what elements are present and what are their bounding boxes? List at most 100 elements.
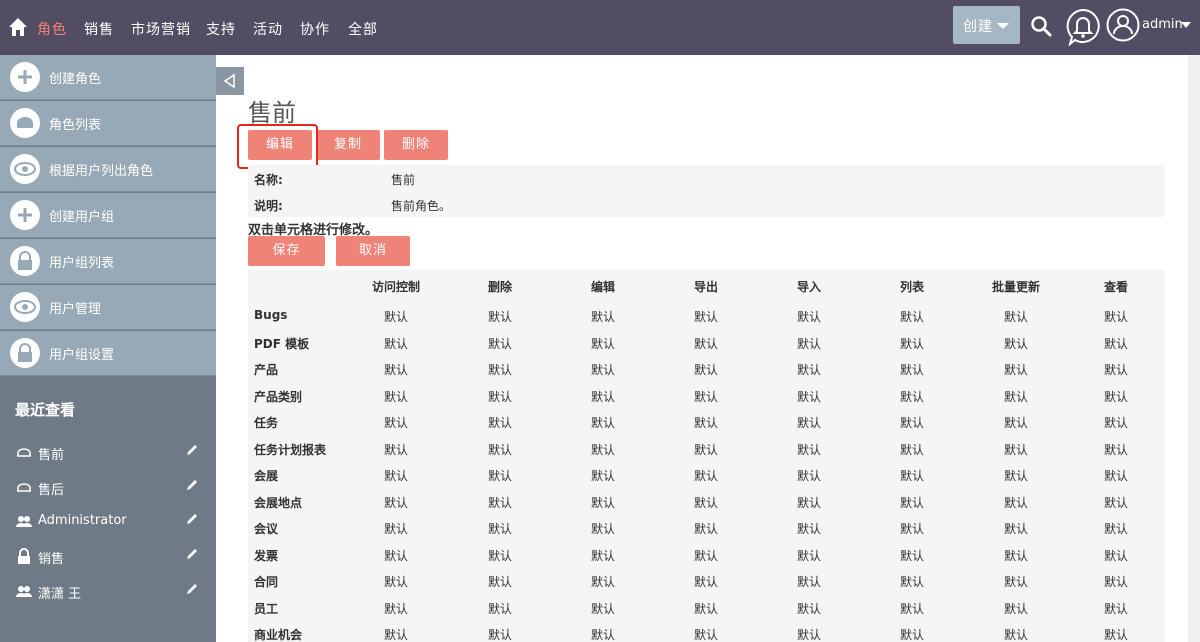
permission-cell[interactable]: 默认 — [591, 388, 615, 405]
sidebar-action-role-list[interactable]: 角色列表 — [0, 101, 216, 146]
sidebar-action-create-group[interactable]: 创建用户组 — [0, 193, 216, 238]
permission-cell[interactable]: 默认 — [591, 441, 615, 458]
permission-cell[interactable]: 默认 — [1104, 361, 1128, 378]
permission-cell[interactable]: 默认 — [591, 520, 615, 537]
permission-cell[interactable]: 默认 — [488, 441, 512, 458]
permission-cell[interactable]: 默认 — [384, 626, 408, 642]
permission-cell[interactable]: 默认 — [694, 573, 718, 590]
permission-cell[interactable]: 默认 — [591, 335, 615, 352]
nav-item-activities[interactable]: 活动 — [253, 19, 283, 39]
user-avatar-icon[interactable] — [1106, 8, 1140, 42]
recent-item[interactable]: 售前 — [0, 437, 216, 467]
permission-cell[interactable]: 默认 — [488, 573, 512, 590]
permission-cell[interactable]: 默认 — [1104, 441, 1128, 458]
nav-item-marketing[interactable]: 市场营销 — [131, 19, 191, 39]
permission-cell[interactable]: 默认 — [488, 600, 512, 617]
permission-cell[interactable]: 默认 — [591, 600, 615, 617]
permission-cell[interactable]: 默认 — [1004, 414, 1028, 431]
permission-cell[interactable]: 默认 — [797, 441, 821, 458]
permission-cell[interactable]: 默认 — [900, 388, 924, 405]
permission-cell[interactable]: 默认 — [694, 361, 718, 378]
permission-cell[interactable]: 默认 — [797, 388, 821, 405]
permission-cell[interactable]: 默认 — [591, 467, 615, 484]
permission-cell[interactable]: 默认 — [591, 494, 615, 511]
permission-cell[interactable]: 默认 — [900, 467, 924, 484]
permission-cell[interactable]: 默认 — [384, 494, 408, 511]
permission-cell[interactable]: 默认 — [384, 520, 408, 537]
sidebar-action-group-settings[interactable]: 用户组设置 — [0, 331, 216, 376]
permission-cell[interactable]: 默认 — [694, 547, 718, 564]
save-button[interactable]: 保存 — [248, 236, 325, 266]
permission-cell[interactable]: 默认 — [488, 494, 512, 511]
permission-cell[interactable]: 默认 — [591, 308, 615, 325]
permission-cell[interactable]: 默认 — [1004, 388, 1028, 405]
nav-item-sales[interactable]: 销售 — [84, 19, 114, 39]
permission-cell[interactable]: 默认 — [384, 441, 408, 458]
permission-cell[interactable]: 默认 — [797, 361, 821, 378]
nav-item-support[interactable]: 支持 — [206, 19, 236, 39]
permission-cell[interactable]: 默认 — [900, 308, 924, 325]
permission-cell[interactable]: 默认 — [1104, 414, 1128, 431]
permission-cell[interactable]: 默认 — [900, 600, 924, 617]
permission-cell[interactable]: 默认 — [1104, 547, 1128, 564]
permission-cell[interactable]: 默认 — [1104, 600, 1128, 617]
permission-cell[interactable]: 默认 — [1004, 600, 1028, 617]
permission-cell[interactable]: 默认 — [900, 626, 924, 642]
copy-button[interactable]: 复制 — [316, 130, 380, 160]
permission-cell[interactable]: 默认 — [384, 388, 408, 405]
permission-cell[interactable]: 默认 — [900, 335, 924, 352]
edit-pencil-icon[interactable] — [185, 512, 199, 526]
permission-cell[interactable]: 默认 — [694, 388, 718, 405]
nav-item-all[interactable]: 全部 — [348, 19, 378, 39]
search-icon[interactable] — [1030, 15, 1052, 37]
permission-cell[interactable]: 默认 — [694, 308, 718, 325]
permission-cell[interactable]: 默认 — [1004, 547, 1028, 564]
sidebar-action-roles-by-user[interactable]: 根据用户列出角色 — [0, 147, 216, 192]
permission-cell[interactable]: 默认 — [1104, 626, 1128, 642]
permission-cell[interactable]: 默认 — [488, 388, 512, 405]
permission-cell[interactable]: 默认 — [900, 547, 924, 564]
permission-cell[interactable]: 默认 — [488, 414, 512, 431]
permission-cell[interactable]: 默认 — [384, 467, 408, 484]
edit-pencil-icon[interactable] — [185, 582, 199, 596]
recent-item[interactable]: Administrator — [0, 506, 216, 536]
permission-cell[interactable]: 默认 — [797, 308, 821, 325]
create-button[interactable]: 创建 — [953, 6, 1020, 44]
permission-cell[interactable]: 默认 — [900, 494, 924, 511]
permission-cell[interactable]: 默认 — [488, 626, 512, 642]
edit-pencil-icon[interactable] — [185, 478, 199, 492]
permission-cell[interactable]: 默认 — [797, 600, 821, 617]
delete-button[interactable]: 删除 — [384, 130, 448, 160]
permission-cell[interactable]: 默认 — [694, 414, 718, 431]
user-menu-label[interactable]: admin — [1142, 17, 1183, 32]
permission-cell[interactable]: 默认 — [384, 414, 408, 431]
permission-cell[interactable]: 默认 — [1004, 308, 1028, 325]
permission-cell[interactable]: 默认 — [488, 335, 512, 352]
permission-cell[interactable]: 默认 — [694, 626, 718, 642]
permission-cell[interactable]: 默认 — [591, 547, 615, 564]
permission-cell[interactable]: 默认 — [1104, 467, 1128, 484]
nav-item-roles[interactable]: 角色 — [37, 19, 67, 39]
permission-cell[interactable]: 默认 — [384, 600, 408, 617]
permission-cell[interactable]: 默认 — [900, 441, 924, 458]
permission-cell[interactable]: 默认 — [694, 335, 718, 352]
permission-cell[interactable]: 默认 — [488, 547, 512, 564]
permission-cell[interactable]: 默认 — [797, 626, 821, 642]
permission-cell[interactable]: 默认 — [797, 414, 821, 431]
permission-cell[interactable]: 默认 — [900, 520, 924, 537]
sidebar-action-group-list[interactable]: 用户组列表 — [0, 239, 216, 284]
permission-cell[interactable]: 默认 — [797, 520, 821, 537]
permission-cell[interactable]: 默认 — [797, 467, 821, 484]
recent-item[interactable]: 潇潇 王 — [0, 576, 216, 606]
recent-item[interactable]: 销售 — [0, 541, 216, 571]
permission-cell[interactable]: 默认 — [1004, 361, 1028, 378]
permission-cell[interactable]: 默认 — [1004, 573, 1028, 590]
permission-cell[interactable]: 默认 — [488, 520, 512, 537]
permission-cell[interactable]: 默认 — [384, 361, 408, 378]
edit-pencil-icon[interactable] — [185, 443, 199, 457]
permission-cell[interactable]: 默认 — [384, 308, 408, 325]
permission-cell[interactable]: 默认 — [1104, 520, 1128, 537]
permission-cell[interactable]: 默认 — [797, 573, 821, 590]
recent-item[interactable]: 售后 — [0, 472, 216, 502]
permission-cell[interactable]: 默认 — [488, 467, 512, 484]
